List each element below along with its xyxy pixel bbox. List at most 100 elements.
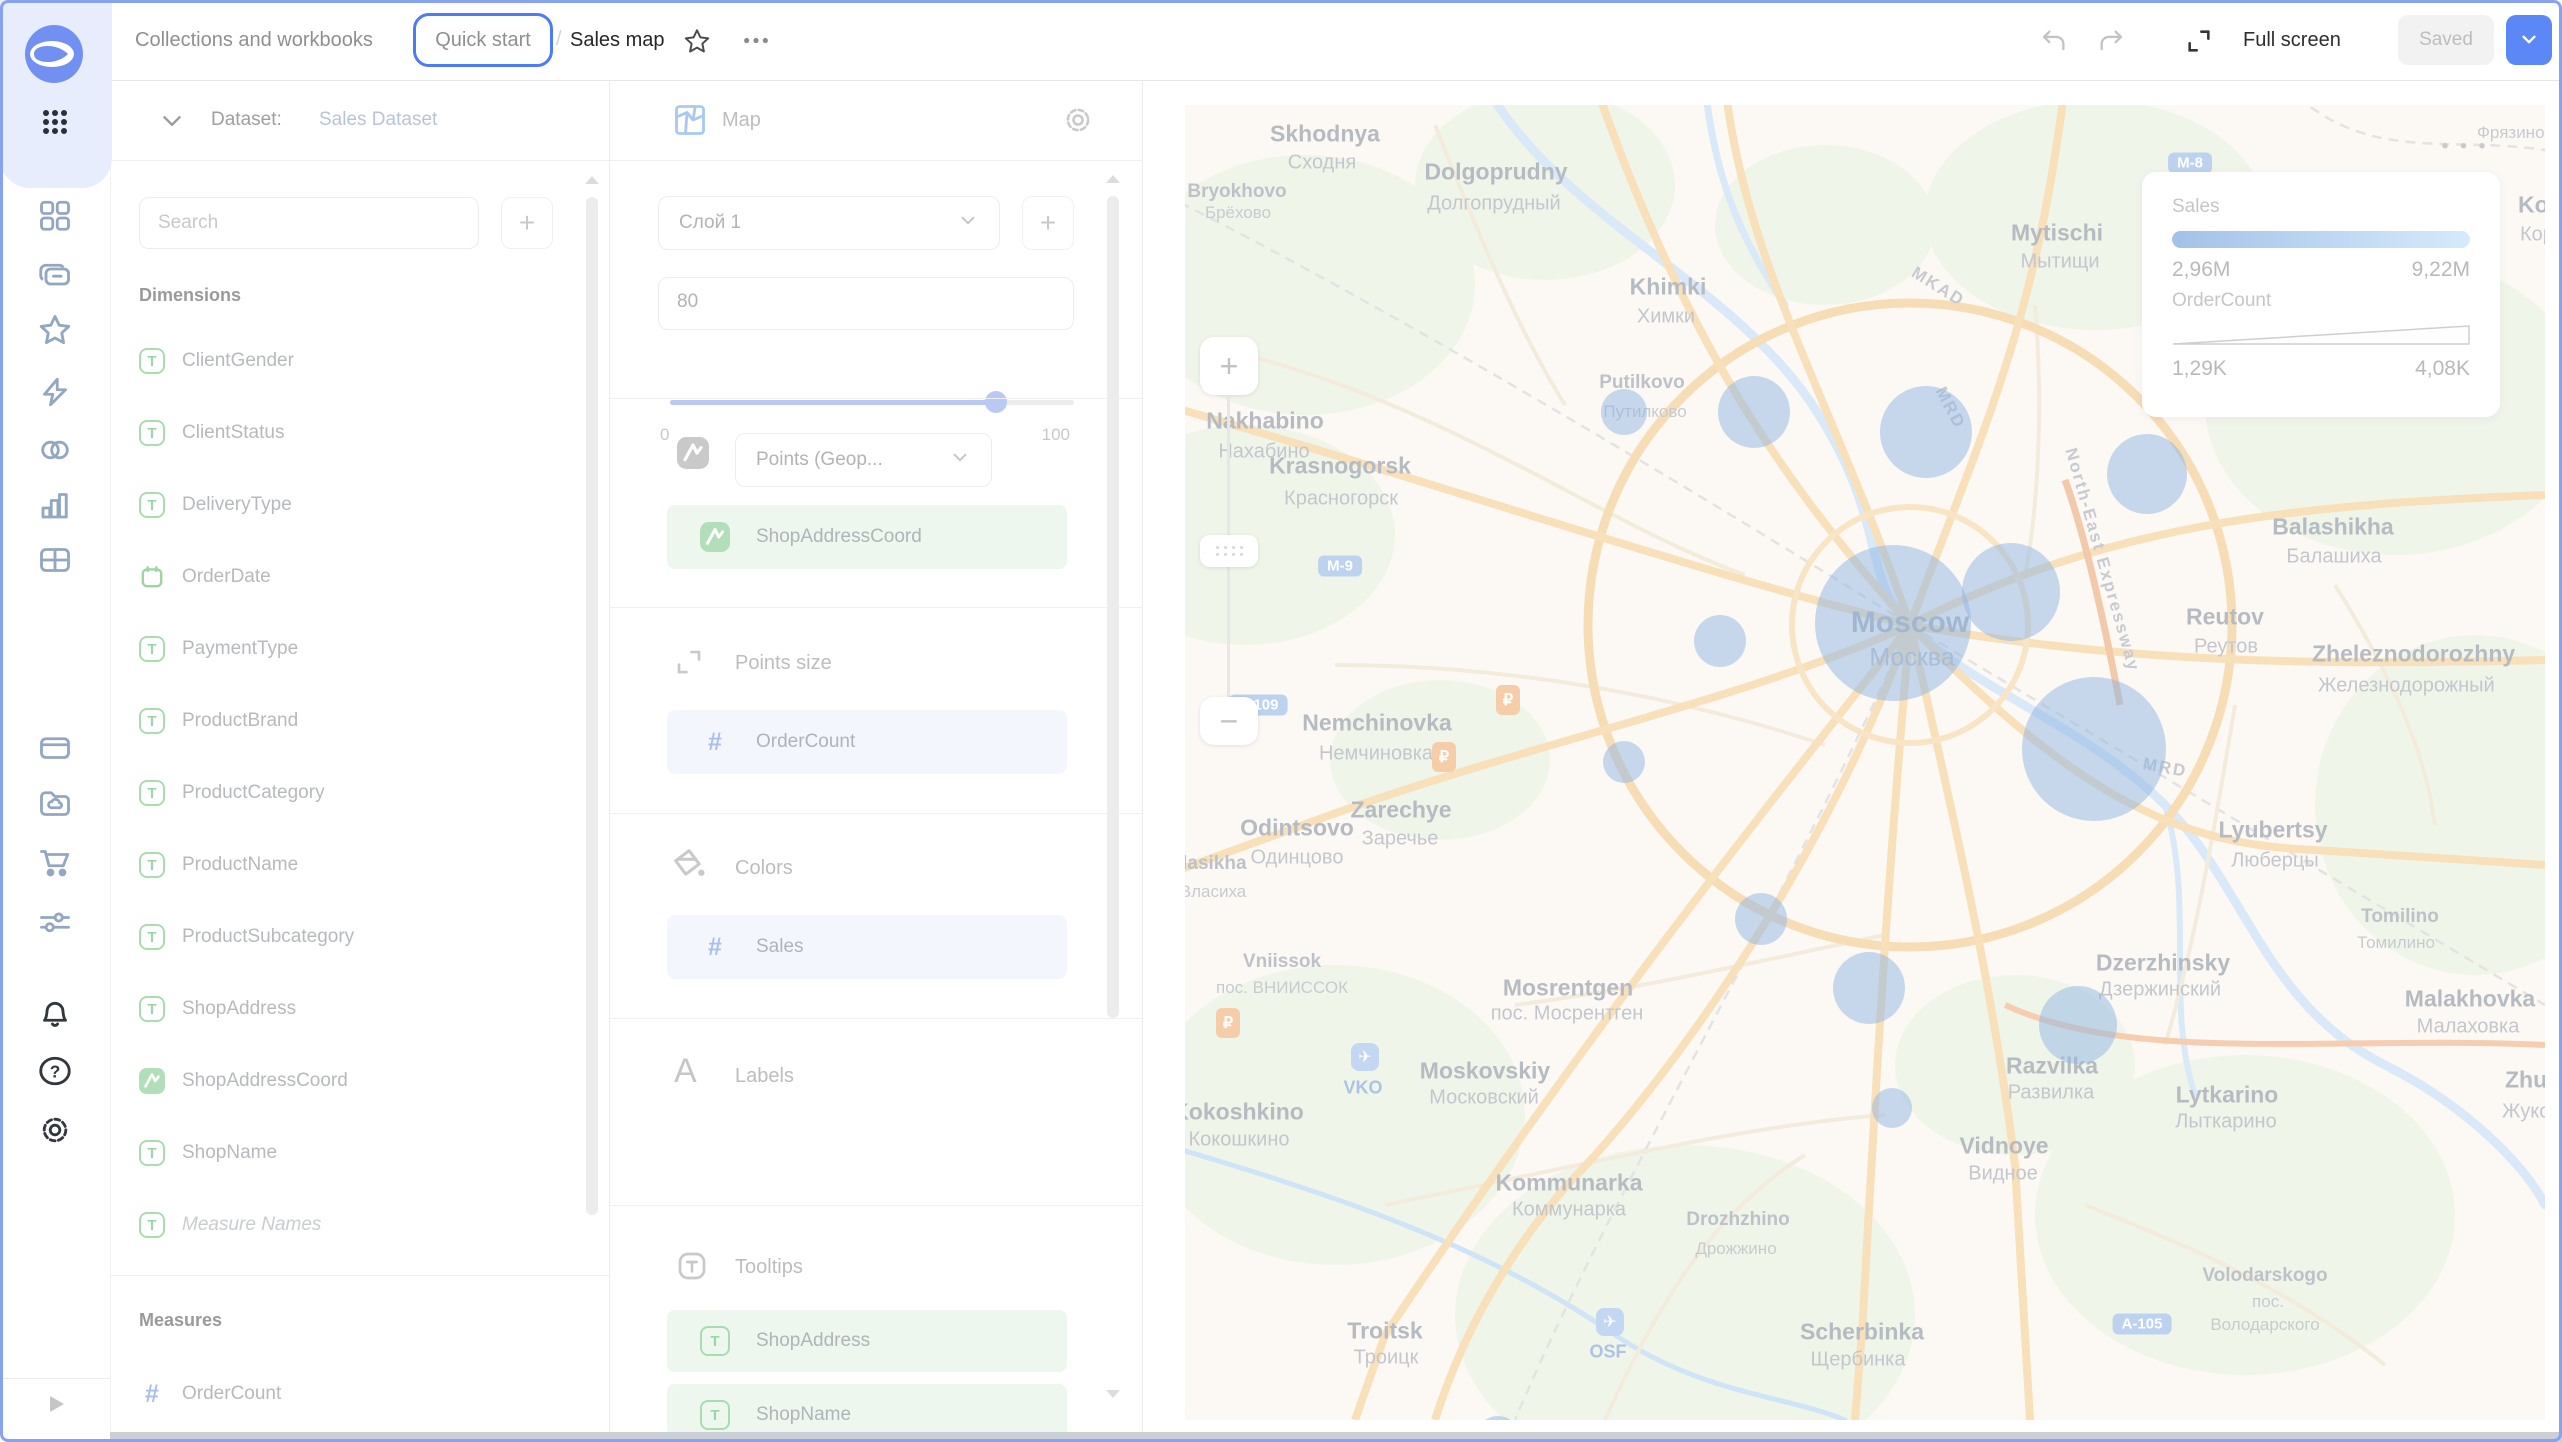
legend-ordercount-min: 1,29K xyxy=(2172,357,2227,380)
dataset-field-productsubcategory[interactable]: T ProductSubcategory xyxy=(139,901,569,973)
datasets-icon[interactable] xyxy=(37,432,73,468)
scroll-up-caret[interactable] xyxy=(1106,175,1120,183)
chart-type-row: Map xyxy=(610,80,1142,161)
map-preview-panel: AndreyevkaАндреевкаSkhodnyaСходняBryokho… xyxy=(1143,80,2562,1442)
tooltip-field-pill[interactable]: T ShopAddress xyxy=(667,1310,1067,1372)
help-icon[interactable]: ? xyxy=(37,1053,73,1089)
zoom-out-button[interactable]: − xyxy=(1200,697,1258,745)
field-name: OrderDate xyxy=(182,566,271,587)
geopoint-icon xyxy=(700,522,730,552)
layer-select[interactable]: Слой 1 xyxy=(658,196,1000,250)
map-legend: Sales 2,96M 9,22M OrderCount 1,29K 4,08K xyxy=(2142,172,2500,417)
geotype-select[interactable]: Points (Geop... xyxy=(735,433,992,487)
favorites-star-icon[interactable] xyxy=(37,312,73,348)
dataset-scrollbar[interactable] xyxy=(586,197,598,1215)
map-canvas[interactable]: AndreyevkaАндреевкаSkhodnyaСходняBryokho… xyxy=(1185,105,2545,1420)
text-type-icon: T xyxy=(700,1400,730,1430)
scroll-up-caret[interactable] xyxy=(585,176,599,184)
tables-icon[interactable] xyxy=(37,542,73,578)
add-field-button[interactable]: + xyxy=(501,197,553,249)
field-name: OrderCount xyxy=(756,731,856,752)
dataset-field-productbrand[interactable]: T ProductBrand xyxy=(139,685,569,757)
dataset-field-orderdate[interactable]: OrderDate xyxy=(139,541,569,613)
favorite-star-icon[interactable] xyxy=(683,27,711,55)
scroll-down-caret[interactable] xyxy=(1106,1390,1120,1398)
chart-settings-gear-icon[interactable] xyxy=(1062,104,1094,136)
field-name: PaymentType xyxy=(182,638,299,659)
top-bar: Collections and workbooks Quick start / … xyxy=(0,0,2562,81)
expand-play-icon[interactable] xyxy=(44,1392,68,1416)
dataset-field-productcategory[interactable]: T ProductCategory xyxy=(139,757,569,829)
opacity-slider-thumb[interactable] xyxy=(985,391,1007,413)
dataset-field-shopaddress[interactable]: T ShopAddress xyxy=(139,973,569,1045)
dataset-field-shopname[interactable]: T ShopName xyxy=(139,1117,569,1189)
points-size-field-pill[interactable]: # OrderCount xyxy=(667,710,1067,774)
zoom-slider-handle[interactable] xyxy=(1200,535,1258,567)
geopoints-field-pill[interactable]: ShopAddressCoord xyxy=(667,505,1067,569)
field-name: ClientStatus xyxy=(182,422,285,443)
dataset-name-link[interactable]: Sales Dataset xyxy=(319,80,437,160)
zoom-in-button[interactable]: + xyxy=(1200,337,1258,395)
settings-gear-icon[interactable] xyxy=(37,1112,73,1148)
save-menu-button[interactable] xyxy=(2506,15,2552,65)
saved-button[interactable]: Saved xyxy=(2398,15,2494,65)
dataset-field-measure-names[interactable]: T Measure Names xyxy=(139,1189,569,1261)
dataset-field-paymenttype[interactable]: T PaymentType xyxy=(139,613,569,685)
map-chart-icon[interactable] xyxy=(672,102,708,138)
services-sliders-icon[interactable] xyxy=(37,904,73,940)
colors-label: Colors xyxy=(735,857,793,879)
box-icon[interactable] xyxy=(37,729,73,765)
charts-icon[interactable] xyxy=(37,487,73,523)
text-type-icon: T xyxy=(139,1212,165,1238)
add-layer-button[interactable]: + xyxy=(1022,196,1074,250)
dimensions-list: T ClientGender T ClientStatus T DeliveryType O… xyxy=(139,325,569,1261)
chevron-down-icon xyxy=(949,446,971,474)
dataset-field-clientgender[interactable]: T ClientGender xyxy=(139,325,569,397)
dataset-field-clientstatus[interactable]: T ClientStatus xyxy=(139,397,569,469)
svg-text:?: ? xyxy=(50,1061,61,1081)
dashboard-icon[interactable] xyxy=(37,197,73,233)
measures-heading: Measures xyxy=(139,1310,223,1330)
dataset-field-ordercount[interactable]: # OrderCount xyxy=(139,1358,569,1430)
notifications-bell-icon[interactable] xyxy=(37,994,73,1030)
text-type-icon: T xyxy=(139,420,165,446)
colors-field-pill[interactable]: # Sales xyxy=(667,915,1067,979)
dataset-field-productname[interactable]: T ProductName xyxy=(139,829,569,901)
settings-scrollbar[interactable] xyxy=(1107,196,1119,1018)
section-divider xyxy=(111,1275,609,1276)
field-name: ShopAddressCoord xyxy=(756,526,922,547)
folder-cloud-icon[interactable] xyxy=(37,786,73,822)
collections-icon[interactable] xyxy=(37,257,73,293)
opacity-slider-fill xyxy=(670,400,996,405)
measures-list: # OrderCount xyxy=(139,1358,569,1430)
ellipsis-menu-icon[interactable] xyxy=(742,30,770,58)
number-type-icon: # xyxy=(145,1379,159,1408)
opacity-input[interactable]: 80 xyxy=(658,277,1074,330)
apps-grid-icon[interactable] xyxy=(37,104,73,140)
text-type-icon: T xyxy=(139,348,165,374)
breadcrumb-current-chart[interactable]: Sales map xyxy=(570,0,665,80)
datalens-logo[interactable] xyxy=(25,25,83,83)
opacity-max: 100 xyxy=(1041,425,1070,444)
text-type-icon: T xyxy=(139,1140,165,1166)
dataset-field-deliverytype[interactable]: T DeliveryType xyxy=(139,469,569,541)
fullscreen-icon[interactable] xyxy=(2185,27,2213,55)
dataset-field-shopaddresscoord[interactable]: ShopAddressCoord xyxy=(139,1045,569,1117)
undo-icon[interactable] xyxy=(2040,27,2068,55)
chevron-down-icon xyxy=(2518,28,2540,53)
full-screen-label[interactable]: Full screen xyxy=(2243,0,2341,80)
horizontal-scrollbar[interactable] xyxy=(110,1432,2562,1442)
labels-a-icon: A xyxy=(674,1052,697,1090)
breadcrumb-collections[interactable]: Collections and workbooks xyxy=(135,0,373,80)
quick-actions-icon[interactable] xyxy=(37,374,73,410)
redo-icon[interactable] xyxy=(2097,27,2125,55)
breadcrumb-quick-start[interactable]: Quick start xyxy=(413,13,553,67)
chevron-down-icon[interactable] xyxy=(159,108,185,134)
search-input[interactable] xyxy=(139,197,479,249)
legend-ordercount-max: 4,08K xyxy=(2415,357,2470,380)
section-divider xyxy=(610,1205,1142,1206)
marketplace-cart-icon[interactable] xyxy=(37,844,73,880)
left-nav-rail: ? xyxy=(0,0,112,1442)
chart-settings-panel: Map Слой 1 + 80 0 100 Points (Geop... Sh… xyxy=(610,80,1143,1442)
opacity-slider[interactable] xyxy=(670,391,1074,413)
